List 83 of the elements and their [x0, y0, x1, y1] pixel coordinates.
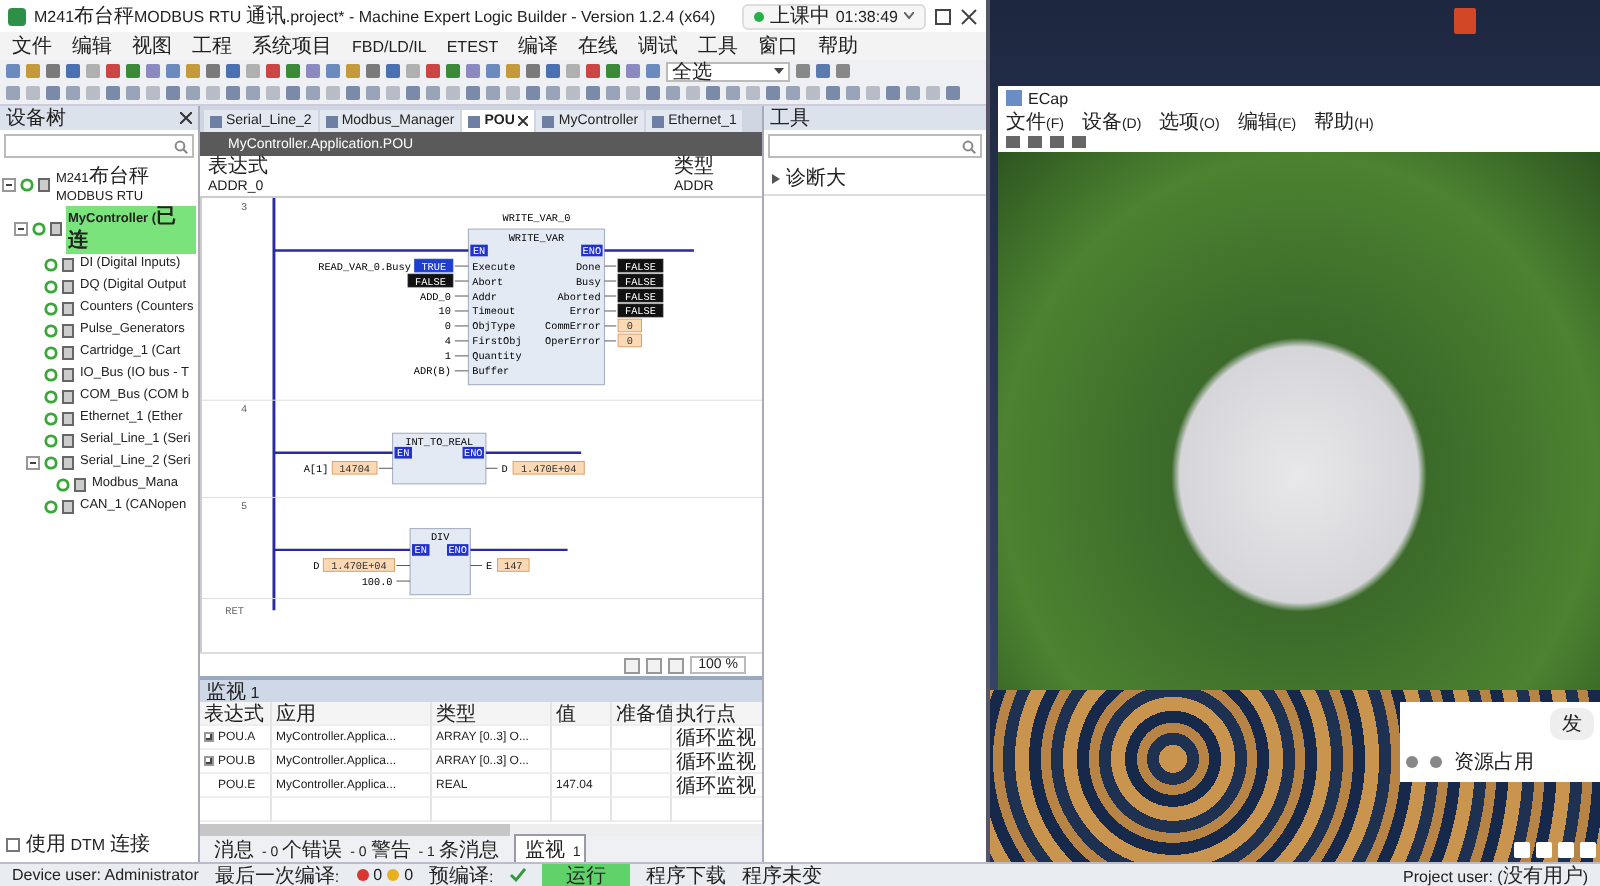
search-field[interactable] — [4, 134, 194, 158]
checkbox[interactable] — [6, 837, 20, 851]
presentation-file-icon[interactable] — [1454, 8, 1476, 34]
download-status: 程序下载 — [645, 863, 726, 886]
search-icon — [962, 139, 976, 153]
error-icon — [355, 868, 370, 882]
device-icon — [50, 222, 62, 237]
menu-item[interactable]: 编译 — [518, 32, 559, 60]
expand-toggle[interactable] — [204, 732, 214, 742]
menu-item[interactable]: 工具 — [698, 32, 739, 60]
connection-line — [604, 249, 694, 252]
window-title: M241布台秤MODBUS RTU 通讯.project* - Machine Expert Logic Builder - Version 1.2.4 (x64) — [34, 3, 718, 30]
device-icon — [38, 178, 50, 193]
menu-item[interactable]: 帮助 — [818, 32, 859, 60]
panel-title: 设备树 — [6, 105, 66, 132]
precompile-label: 预编译: — [429, 863, 494, 886]
menu-item[interactable]: 窗口 — [758, 32, 799, 60]
empty-cell — [552, 726, 612, 750]
caret-icon — [774, 67, 784, 75]
device-user: Device user: Administrator — [12, 866, 199, 884]
column-header: 应用 — [272, 702, 432, 726]
empty-cell — [552, 798, 612, 822]
connection-line — [273, 548, 411, 552]
close-icon[interactable] — [180, 112, 192, 124]
column-header: 类型 — [432, 702, 552, 726]
panel-title: 工具 — [770, 106, 810, 132]
menu-item[interactable]: 在线 — [578, 32, 619, 60]
empty-cell — [612, 750, 672, 774]
function-block — [409, 527, 471, 596]
menu-item[interactable]: 视图 — [132, 32, 172, 60]
empty-cell — [432, 798, 552, 822]
project-user: Project user: (没有用户) — [1403, 863, 1588, 886]
recording-status[interactable]: 上课中 01:38:49 — [741, 3, 926, 29]
empty-cell — [552, 750, 612, 774]
expand-toggle[interactable] — [26, 455, 40, 470]
app-icon — [1006, 90, 1022, 106]
column-header: 表达式 — [208, 153, 270, 180]
column-header: 值 — [552, 702, 612, 726]
menu-item[interactable]: 调试 — [638, 32, 679, 60]
menu-item[interactable]: FBD/LD/IL — [352, 37, 427, 55]
selector-dropdown[interactable]: 全选 — [666, 61, 790, 81]
close-icon[interactable] — [518, 116, 529, 126]
menu-item[interactable]: ETEST — [446, 37, 499, 55]
tool-group[interactable]: 诊断大 — [786, 164, 846, 192]
program-status: 程序未变 — [741, 863, 822, 886]
search-icon — [174, 139, 188, 153]
empty-cell — [612, 798, 672, 822]
expand-toggle[interactable] — [2, 178, 16, 193]
close-icon[interactable] — [960, 7, 978, 25]
connection-line — [485, 451, 582, 454]
warning-icon — [386, 868, 401, 882]
app-icon — [8, 7, 26, 25]
menu-item[interactable]: 编辑 — [72, 32, 112, 60]
send-button[interactable]: 发 — [1550, 708, 1594, 740]
caret-icon — [904, 12, 914, 20]
column-header: 表达式 — [200, 702, 272, 726]
menu-item[interactable]: 系统项目 — [252, 32, 332, 60]
error-count: 0 — [373, 866, 383, 884]
column-header: 类型 — [674, 153, 716, 180]
resource-label: 资源占用 — [1454, 749, 1534, 776]
search-field[interactable] — [768, 134, 982, 158]
check-icon — [509, 868, 526, 882]
empty-cell — [612, 726, 672, 750]
expand-toggle[interactable] — [204, 756, 214, 766]
window-title: ECap — [1028, 89, 1069, 107]
status-icon — [32, 222, 46, 237]
warning-count: 0 — [404, 866, 414, 884]
scrollbar[interactable] — [200, 824, 762, 836]
caret-icon — [772, 173, 780, 183]
connection-line — [273, 451, 393, 454]
build-label: 最后一次编译: — [214, 863, 340, 886]
connection-line — [470, 548, 568, 552]
maximize-icon[interactable] — [934, 7, 952, 25]
checkbox-label: 使用 DTM 连接 — [26, 831, 150, 858]
column-header: 执行点 — [672, 702, 766, 726]
panel-title: 监视 1 — [206, 679, 260, 703]
run-state: 运行 — [541, 864, 630, 886]
expand-toggle[interactable] — [14, 222, 28, 237]
status-icon — [20, 178, 34, 193]
menu-item[interactable]: 文件 — [12, 32, 52, 60]
menu-item[interactable]: 工程 — [192, 32, 232, 60]
function-block — [391, 432, 487, 485]
empty-cell — [612, 774, 672, 798]
